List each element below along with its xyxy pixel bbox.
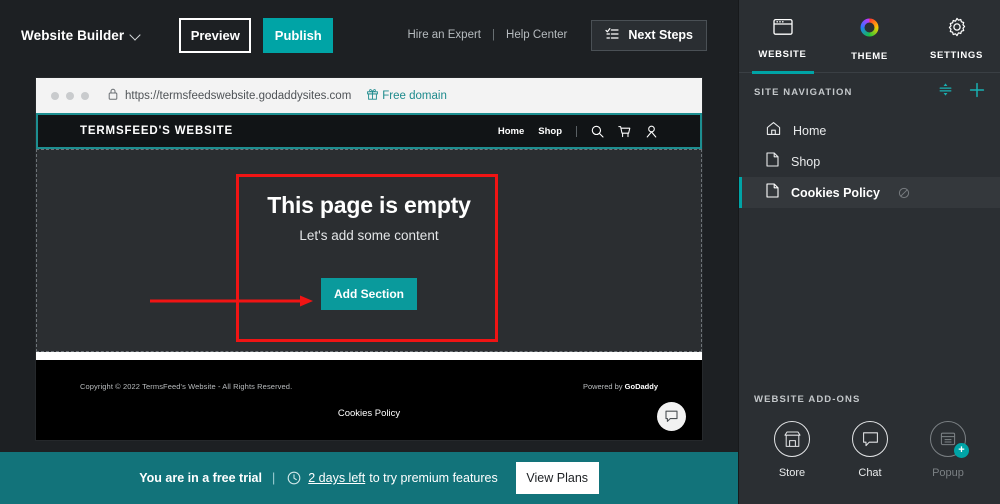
help-center-link[interactable]: Help Center [506, 29, 567, 41]
toolbar-separator: | [492, 29, 496, 41]
tab-theme[interactable]: THEME [826, 0, 913, 72]
footer-cookies-policy-link[interactable]: Cookies Policy [36, 408, 702, 419]
tab-website-label: WEBSITE [758, 49, 807, 60]
preview-button[interactable]: Preview [179, 17, 252, 53]
site-nav-item-home[interactable]: Home [498, 126, 524, 137]
publish-button[interactable]: Publish [263, 17, 334, 53]
addon-popup-label: Popup [932, 467, 964, 479]
site-copyright: Copyright © 2022 TermsFeed's Website - A… [80, 382, 293, 391]
site-header-section[interactable]: TERMSFEED'S WEBSITE Home Shop [36, 113, 702, 149]
free-domain-label: Free domain [382, 89, 447, 102]
browser-dot [81, 91, 89, 100]
addon-store[interactable]: Store [753, 421, 831, 479]
chat-bubble-icon[interactable] [657, 402, 686, 431]
panel-tabs: WEBSITE THEME SETTINGS [739, 0, 1000, 72]
addon-popup[interactable]: + Popup [909, 421, 987, 479]
sidebar-item-cookies-policy-label: Cookies Policy [791, 185, 880, 200]
trial-separator: | [271, 471, 276, 485]
site-navigation-header: SITE NAVIGATION [739, 73, 1000, 111]
app-root: Website Builder Preview Publish Hire an … [0, 0, 1000, 504]
search-icon[interactable] [591, 125, 604, 138]
tab-settings[interactable]: SETTINGS [913, 0, 1000, 72]
site-navigation-actions [938, 82, 985, 103]
empty-page-section[interactable]: This page is empty Let's add some conten… [36, 149, 702, 352]
addon-chat[interactable]: Chat [831, 421, 909, 479]
chat-icon [852, 421, 888, 457]
addon-chat-label: Chat [858, 467, 882, 479]
website-addons: WEBSITE ADD-ONS Store Chat + Popup [739, 394, 1000, 504]
powered-by: Powered by GoDaddy [583, 382, 658, 391]
page-icon [766, 151, 779, 172]
right-panel: WEBSITE THEME SETTINGS SITE NAVIGATION H… [738, 0, 1000, 504]
sidebar-item-home[interactable]: Home [739, 115, 1000, 146]
addon-store-label: Store [778, 467, 806, 479]
checklist-icon [605, 27, 619, 44]
sidebar-item-shop-label: Shop [791, 154, 821, 169]
site-logo: TERMSFEED'S WEBSITE [80, 125, 234, 137]
site-navigation-list: Home Shop Cookies Policy [739, 111, 1000, 208]
trial-headline: You are in a free trial [139, 471, 262, 485]
site-nav-item-shop[interactable]: Shop [538, 126, 562, 137]
tab-theme-label: THEME [851, 50, 888, 62]
sidebar-item-cookies-policy[interactable]: Cookies Policy [739, 177, 1000, 208]
powered-by-prefix: Powered by [582, 382, 625, 391]
address-bar[interactable]: https://termsfeedswebsite.godaddysites.c… [108, 88, 447, 103]
clock-icon [287, 471, 301, 485]
next-steps-button[interactable]: Next Steps [591, 19, 707, 51]
chevron-down-icon [131, 31, 140, 40]
plus-icon[interactable] [969, 82, 985, 103]
website-builder-menu[interactable]: Website Builder [21, 28, 140, 43]
browser-window-dots [51, 91, 89, 100]
color-wheel-icon [859, 17, 880, 43]
free-domain-link[interactable]: Free domain [367, 88, 447, 103]
website-builder-label: Website Builder [21, 27, 125, 43]
view-plans-button[interactable]: View Plans [515, 462, 599, 494]
website-addons-title: WEBSITE ADD-ONS [754, 394, 861, 405]
site-footer-section[interactable]: Copyright © 2022 TermsFeed's Website - A… [36, 360, 702, 440]
eye-slash-icon [898, 187, 910, 199]
browser-dot [51, 91, 59, 100]
reorder-icon[interactable] [938, 82, 953, 102]
top-toolbar: Website Builder Preview Publish Hire an … [0, 0, 738, 70]
page-icon [766, 182, 779, 203]
site-canvas: TERMSFEED'S WEBSITE Home Shop This page … [36, 113, 702, 440]
sidebar-item-shop[interactable]: Shop [739, 146, 1000, 177]
empty-page-title: This page is empty [267, 191, 471, 218]
browser-dot [66, 91, 74, 100]
popup-icon: + [930, 421, 969, 458]
store-icon [774, 421, 810, 457]
gift-icon [367, 88, 379, 103]
site-section-spacer [36, 352, 702, 360]
url-text: https://termsfeedswebsite.godaddysites.c… [125, 89, 352, 102]
site-nav: Home Shop [498, 125, 658, 138]
website-addons-row: Store Chat + Popup [739, 421, 1000, 479]
gear-icon [947, 17, 967, 42]
main-area: Website Builder Preview Publish Hire an … [0, 0, 738, 504]
trial-rest-text: to try premium features [369, 471, 498, 485]
site-navigation-title: SITE NAVIGATION [754, 86, 853, 98]
hire-an-expert-link[interactable]: Hire an Expert [408, 29, 482, 41]
sidebar-item-home-label: Home [793, 123, 827, 138]
browser-chrome-bar: https://termsfeedswebsite.godaddysites.c… [36, 78, 702, 113]
site-preview-frame: https://termsfeedswebsite.godaddysites.c… [36, 78, 702, 440]
cart-icon[interactable] [618, 125, 631, 138]
add-section-button[interactable]: Add Section [321, 277, 417, 310]
free-trial-banner: You are in a free trial | 2 days left to… [0, 452, 738, 504]
trial-days-left-link[interactable]: 2 days left [308, 471, 365, 485]
empty-page-subtitle: Let's add some content [299, 227, 439, 243]
nav-divider [576, 125, 577, 137]
tab-website[interactable]: WEBSITE [739, 0, 826, 72]
lock-icon [108, 88, 118, 103]
addon-popup-add-badge[interactable]: + [954, 443, 969, 458]
next-steps-label: Next Steps [628, 28, 693, 42]
browser-window-icon [772, 18, 793, 41]
powered-by-brand: GoDaddy [624, 382, 658, 391]
home-icon [766, 121, 781, 141]
top-toolbar-right: Hire an Expert | Help Center Next Steps [408, 19, 707, 51]
tab-settings-label: SETTINGS [929, 50, 984, 61]
account-icon[interactable] [645, 125, 658, 138]
